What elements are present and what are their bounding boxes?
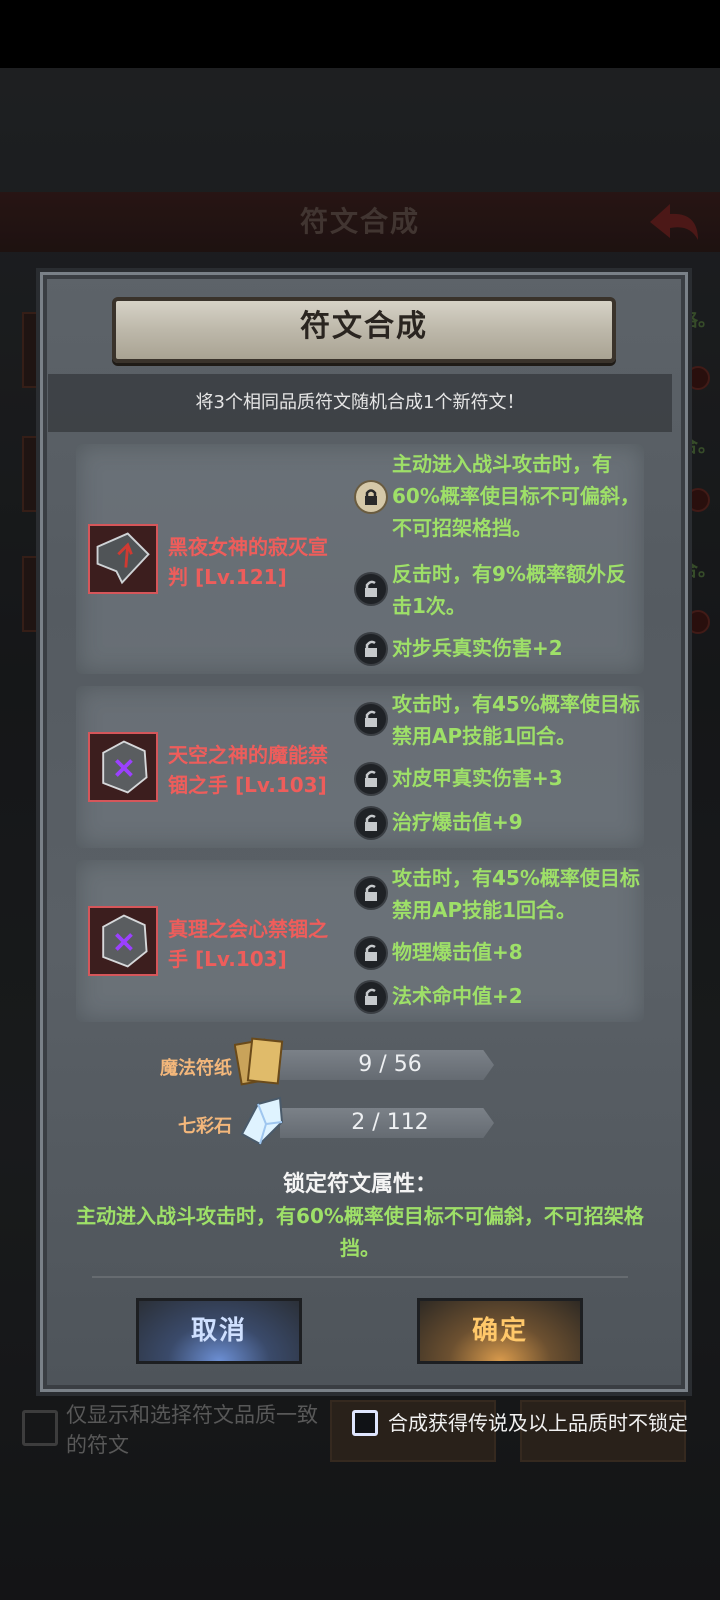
rune-attribute: 法术命中值+2 — [392, 984, 523, 1008]
lock-icon[interactable] — [356, 574, 386, 604]
stone-rune-icon — [88, 732, 158, 802]
rune-attribute: 攻击时，有45%概率使目标禁用AP技能1回合。 — [392, 692, 640, 748]
locked-attribute-text: 主动进入战斗攻击时，有60%概率使目标不可偏斜，不可招架格挡。 — [76, 1204, 644, 1260]
divider — [92, 1276, 628, 1278]
rune-attribute: 治疗爆击值+9 — [392, 810, 523, 834]
cancel-button[interactable]: 取消 — [136, 1298, 302, 1364]
cost-value: 2 / 112 — [351, 1110, 429, 1135]
lock-icon[interactable] — [356, 704, 386, 734]
lock-icon[interactable] — [356, 938, 386, 968]
lock-icon[interactable] — [356, 982, 386, 1012]
rune-attribute: 主动进入战斗攻击时，有60%概率使目标不可偏斜，不可招架格挡。 — [392, 452, 640, 540]
status-bar — [0, 0, 720, 68]
rune-attribute: 对步兵真实伤害+2 — [392, 636, 563, 660]
lock-icon[interactable] — [356, 634, 386, 664]
rune-attribute: 攻击时，有45%概率使目标禁用AP技能1回合。 — [392, 866, 640, 922]
crystal-icon — [240, 1096, 284, 1146]
rune-attribute: 对皮甲真实伤害+3 — [392, 766, 563, 790]
dialog-title: 符文合成 — [300, 309, 428, 344]
rune-name: 天空之神的魔能禁锢之手 [Lv.103] — [168, 743, 328, 797]
confirm-button[interactable]: 确定 — [417, 1298, 583, 1364]
keep-unlocked-checkbox[interactable] — [352, 1410, 378, 1436]
lock-icon[interactable] — [356, 808, 386, 838]
dialog-subtitle: 将3个相同品质符文随机合成1个新符文！ — [195, 392, 525, 413]
rune-name: 黑夜女神的寂灭宣判 [Lv.121] — [168, 535, 328, 589]
lock-icon[interactable] — [356, 482, 386, 512]
rune-name: 真理之会心禁锢之手 [Lv.103] — [168, 917, 328, 971]
cost-label: 魔法符纸 — [160, 1058, 232, 1079]
stone-rune-icon — [88, 906, 158, 976]
shard-rune-icon — [88, 524, 158, 594]
cost-value: 9 / 56 — [358, 1052, 422, 1077]
cost-label: 七彩石 — [178, 1116, 232, 1137]
lock-heading: 锁定符文属性： — [282, 1172, 437, 1197]
lock-icon[interactable] — [356, 764, 386, 794]
lock-icon[interactable] — [356, 878, 386, 908]
paper-scroll-icon — [234, 1037, 284, 1086]
rune-attribute: 物理爆击值+8 — [392, 940, 523, 964]
keep-unlocked-label: 合成获得传说及以上品质时不锁定 — [388, 1411, 688, 1435]
rune-attribute: 反击时，有9%概率额外反击1次。 — [392, 562, 626, 618]
